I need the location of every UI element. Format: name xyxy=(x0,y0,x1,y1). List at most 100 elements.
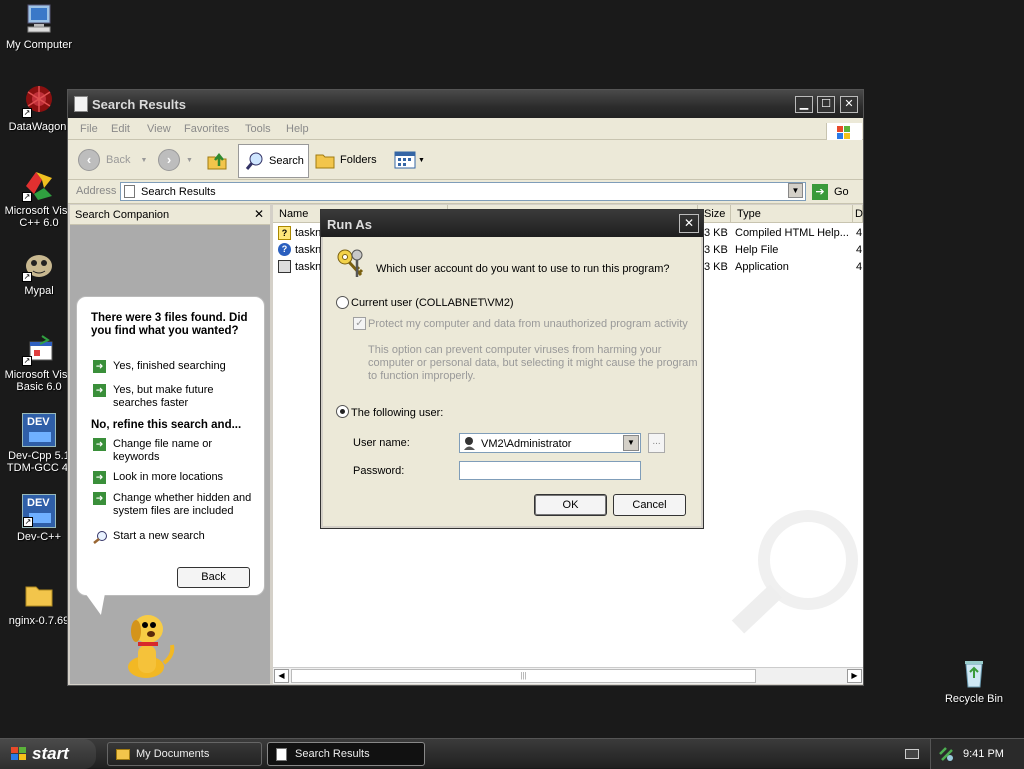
user-icon xyxy=(463,436,476,450)
menu-edit[interactable]: Edit xyxy=(111,123,130,135)
search-button[interactable]: Search xyxy=(238,144,309,178)
run-as-titlebar[interactable]: Run As ✕ xyxy=(321,210,703,237)
folders-button-label: Folders xyxy=(340,154,377,166)
dev-badge-text: DEV xyxy=(27,416,50,428)
forward-arrow-icon: › xyxy=(158,149,180,171)
back-button[interactable]: ‹ Back ▼ xyxy=(78,147,147,173)
mypal-icon: ↗ xyxy=(22,248,56,282)
green-arrow-icon: ➜ xyxy=(93,492,106,505)
file-name: taskn xyxy=(295,261,322,273)
username-combobox[interactable]: VM2\Administrator ▼ xyxy=(459,433,641,453)
devcpp-icon: DEV xyxy=(22,413,56,447)
column-header-date[interactable]: D xyxy=(853,205,863,223)
shortcut-arrow-icon: ↗ xyxy=(22,108,32,118)
minimize-button[interactable]: ▁ xyxy=(795,96,813,113)
desktop-icon-recycle-bin[interactable]: Recycle Bin xyxy=(934,656,1014,705)
cancel-button[interactable]: Cancel xyxy=(613,494,686,516)
current-user-radio[interactable] xyxy=(336,296,349,309)
explorer-titlebar[interactable]: Search Results ▁ ☐ ✕ xyxy=(68,90,863,118)
file-size: 3 KB xyxy=(704,261,728,273)
scroll-left-button[interactable]: ◀ xyxy=(274,669,289,683)
menu-view[interactable]: View xyxy=(147,123,171,135)
views-button[interactable]: ▼ xyxy=(394,147,425,173)
search-dog-icon[interactable] xyxy=(120,605,180,680)
link-more-locations[interactable]: ➜ Look in more locations xyxy=(93,471,258,484)
up-folder-button[interactable] xyxy=(206,147,228,173)
search-icon xyxy=(245,152,263,170)
protect-checkbox[interactable]: ✓ xyxy=(353,317,366,330)
search-icon xyxy=(93,530,108,547)
maximize-button[interactable]: ☐ xyxy=(817,96,835,113)
run-as-dialog: Run As ✕ Which user account do you want … xyxy=(320,209,704,529)
search-results-small-icon xyxy=(276,747,287,761)
files-found-text: There were 3 files found. Did you find w… xyxy=(91,312,248,337)
address-value: Search Results xyxy=(141,186,216,198)
run-as-title: Run As xyxy=(327,217,373,232)
go-label: Go xyxy=(834,186,849,198)
password-label: Password: xyxy=(353,465,405,477)
folder-icon xyxy=(22,578,56,612)
link-label: Look in more locations xyxy=(113,471,224,483)
link-change-file-name[interactable]: ➜ Change file name or keywords xyxy=(93,438,258,464)
green-arrow-icon: ➜ xyxy=(93,471,106,484)
menu-tools[interactable]: Tools xyxy=(245,123,271,135)
shortcut-arrow-icon: ↗ xyxy=(22,356,32,366)
companion-back-button[interactable]: Back xyxy=(177,567,250,588)
address-input[interactable]: Search Results xyxy=(120,182,806,201)
link-finished-searching[interactable]: ➜ Yes, finished searching xyxy=(93,360,258,373)
link-hidden-files[interactable]: ➜ Change whether hidden and system files… xyxy=(93,492,258,518)
link-new-search[interactable]: Start a new search xyxy=(93,530,258,547)
close-pane-icon[interactable]: ✕ xyxy=(254,207,264,221)
start-button[interactable]: start xyxy=(0,739,96,769)
views-icon xyxy=(394,151,416,169)
task-label: My Documents xyxy=(136,748,210,760)
menu-file[interactable]: File xyxy=(80,123,98,135)
network-icon[interactable] xyxy=(938,746,954,765)
chevron-down-icon: ▼ xyxy=(418,156,425,164)
username-dropdown-button[interactable]: ▼ xyxy=(623,435,639,451)
horizontal-scrollbar[interactable]: ◀ ||| ▶ xyxy=(273,667,863,684)
password-field[interactable] xyxy=(459,461,641,480)
file-name: taskn xyxy=(295,244,322,256)
file-size: 3 KB xyxy=(704,227,728,239)
system-tray: 9:41 PM xyxy=(930,739,1024,769)
address-label: Address xyxy=(76,185,117,197)
refine-heading: No, refine this search and... xyxy=(91,419,242,431)
menu-help[interactable]: Help xyxy=(286,123,309,135)
keyboard-icon[interactable] xyxy=(905,749,919,759)
search-watermark-icon xyxy=(728,505,863,638)
taskbar-item-my-documents[interactable]: My Documents xyxy=(107,742,262,766)
following-user-label: The following user: xyxy=(351,407,444,419)
shortcut-arrow-icon: ↗ xyxy=(22,272,32,282)
search-companion-pane: Search Companion ✕ There were 3 files fo… xyxy=(70,205,270,684)
scroll-right-button[interactable]: ▶ xyxy=(847,669,862,683)
run-as-question: Which user account do you want to use to… xyxy=(376,263,670,275)
back-button-label: Back xyxy=(106,154,131,166)
column-header-type[interactable]: Type xyxy=(731,205,853,223)
scroll-thumb[interactable]: ||| xyxy=(291,669,756,683)
username-label: User name: xyxy=(353,437,410,449)
folders-button[interactable]: Folders xyxy=(314,147,377,173)
file-date: 4 xyxy=(856,244,863,256)
menu-bar: File Edit View Favorites Tools Help xyxy=(68,118,863,143)
clock[interactable]: 9:41 PM xyxy=(963,748,1004,760)
link-faster-searches[interactable]: ➜ Yes, but make future searches faster xyxy=(93,384,258,410)
standard-toolbar: ‹ Back ▼ › ▼ Search Folders ▼ xyxy=(68,140,863,180)
username-value: VM2\Administrator xyxy=(481,438,572,450)
datawagon-icon: ↗ xyxy=(22,84,56,118)
close-button[interactable]: ✕ xyxy=(840,96,858,113)
ok-button[interactable]: OK xyxy=(534,494,607,516)
green-arrow-icon: ➜ xyxy=(93,360,106,373)
taskbar-item-search-results[interactable]: Search Results xyxy=(267,742,425,766)
windows-flag-icon xyxy=(10,746,28,767)
following-user-radio[interactable] xyxy=(336,405,349,418)
menu-favorites[interactable]: Favorites xyxy=(184,123,229,135)
search-results-small-icon xyxy=(124,185,135,198)
dialog-close-button[interactable]: ✕ xyxy=(679,214,699,233)
go-button[interactable]: ➔ Go xyxy=(812,183,858,201)
address-dropdown-button[interactable]: ▼ xyxy=(788,183,803,198)
forward-button[interactable]: › ▼ xyxy=(158,147,193,173)
file-name: taskn xyxy=(295,227,322,239)
desktop-icon-my-computer[interactable]: My Computer xyxy=(0,2,79,51)
browse-users-button[interactable]: ... xyxy=(648,433,665,453)
